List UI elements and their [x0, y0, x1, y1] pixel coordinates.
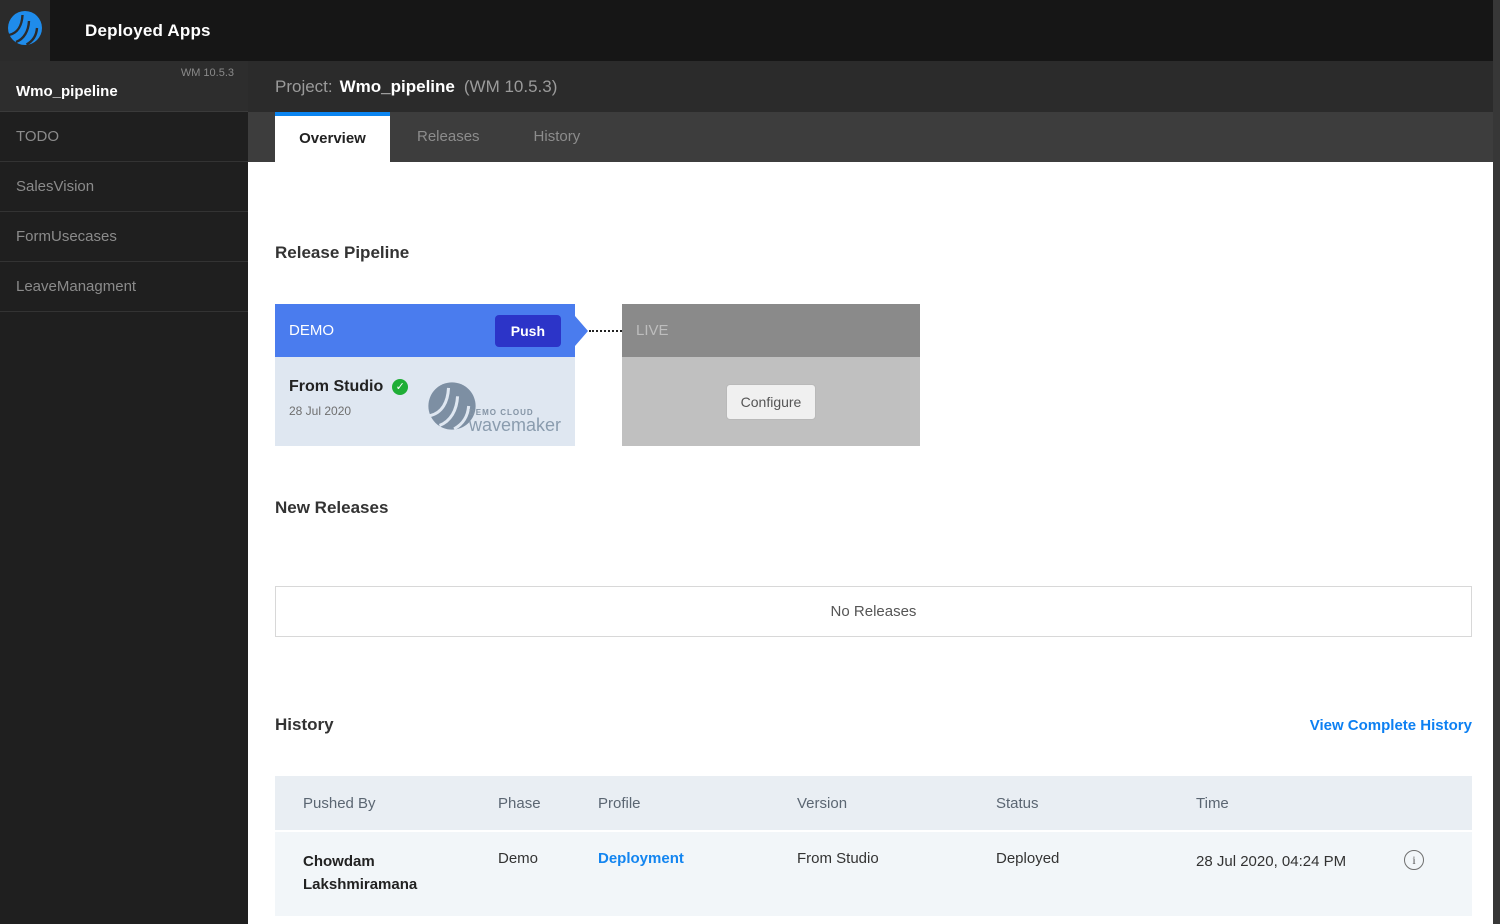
pipeline-cards: DEMO Push From Studio ✓ 28 Jul 2020 [275, 304, 1472, 446]
arrow-right-icon [575, 316, 588, 346]
cell-phase: Demo [498, 850, 598, 867]
tab-releases[interactable]: Releases [390, 112, 507, 162]
wavemaker-wave-icon [7, 10, 43, 51]
demo-version-label: From Studio [289, 378, 383, 396]
pipeline-connector [575, 304, 622, 357]
col-profile: Profile [598, 795, 797, 812]
deployment-profile-link[interactable]: Deployment [598, 850, 684, 867]
sidebar-item-salesvision[interactable]: SalesVision [0, 162, 248, 212]
history-section-header: History View Complete History [275, 715, 1472, 735]
release-pipeline-heading: Release Pipeline [275, 162, 1472, 263]
sidebar-item-label: Wmo_pipeline [16, 83, 118, 100]
info-circle-icon[interactable]: i [1404, 850, 1424, 870]
history-heading: History [275, 715, 334, 735]
top-bar: Deployed Apps [0, 0, 1500, 61]
project-header: Project: Wmo_pipeline (WM 10.5.3) [248, 61, 1500, 112]
tab-bar: Overview Releases History [248, 112, 1500, 162]
window-right-edge [1493, 0, 1500, 924]
view-complete-history-link[interactable]: View Complete History [1310, 717, 1472, 734]
history-table-header: Pushed By Phase Profile Version Status T… [275, 776, 1472, 830]
col-status: Status [996, 795, 1196, 812]
app-logo[interactable] [0, 0, 50, 61]
live-phase-card: LIVE Configure [622, 304, 920, 446]
projects-sidebar: WM 10.5.3 Wmo_pipeline TODO SalesVision … [0, 61, 248, 924]
sidebar-item-wmo-pipeline[interactable]: WM 10.5.3 Wmo_pipeline [0, 61, 248, 112]
live-card-body: Configure [622, 357, 920, 446]
overview-content: Release Pipeline DEMO Push From Studio ✓… [248, 162, 1500, 924]
sidebar-item-label: TODO [16, 128, 59, 145]
demo-phase-card: DEMO Push From Studio ✓ 28 Jul 2020 [275, 304, 575, 446]
sidebar-item-label: SalesVision [16, 178, 94, 195]
history-table: Pushed By Phase Profile Version Status T… [275, 776, 1472, 916]
col-version: Version [797, 795, 996, 812]
check-circle-icon: ✓ [392, 379, 408, 395]
page-title: Deployed Apps [85, 21, 211, 41]
main-panel: Project: Wmo_pipeline (WM 10.5.3) Overvi… [248, 61, 1500, 924]
cell-pushed-by: Chowdam Lakshmiramana [303, 850, 433, 896]
col-phase: Phase [498, 795, 598, 812]
project-version: (WM 10.5.3) [464, 77, 558, 97]
demo-phase-label: DEMO [289, 322, 334, 339]
col-time: Time [1196, 795, 1404, 812]
cell-version: From Studio [797, 850, 996, 867]
tab-history[interactable]: History [507, 112, 608, 162]
live-card-header: LIVE [622, 304, 920, 357]
live-phase-label: LIVE [636, 322, 669, 339]
sidebar-item-todo[interactable]: TODO [0, 112, 248, 162]
sidebar-item-leavemanagment[interactable]: LeaveManagment [0, 262, 248, 312]
col-pushed-by: Pushed By [303, 795, 498, 812]
project-name: Wmo_pipeline [340, 77, 455, 97]
sidebar-item-label: LeaveManagment [16, 278, 136, 295]
project-version-badge: WM 10.5.3 [181, 67, 234, 79]
deployed-apps-page: Deployed Apps WM 10.5.3 Wmo_pipeline TOD… [0, 0, 1500, 924]
no-releases-box: No Releases [275, 586, 1472, 637]
demo-cloud-logo: DEMO CLOUD wavemaker [427, 381, 561, 436]
logo-wavemaker-text: wavemaker [469, 417, 561, 434]
no-releases-text: No Releases [831, 603, 917, 620]
sidebar-item-label: FormUsecases [16, 228, 117, 245]
sidebar-item-formusecases[interactable]: FormUsecases [0, 212, 248, 262]
demo-card-header: DEMO Push [275, 304, 575, 357]
new-releases-heading: New Releases [275, 498, 1472, 518]
cell-time: 28 Jul 2020, 04:24 PM [1196, 850, 1356, 873]
table-row: Chowdam Lakshmiramana Demo Deployment Fr… [275, 832, 1472, 916]
push-button[interactable]: Push [495, 315, 561, 347]
configure-button[interactable]: Configure [726, 384, 817, 420]
project-label: Project: [275, 77, 333, 97]
tab-overview[interactable]: Overview [275, 112, 390, 162]
dotted-connector-line [589, 330, 622, 332]
demo-card-body: From Studio ✓ 28 Jul 2020 [275, 357, 575, 446]
cell-status: Deployed [996, 850, 1196, 867]
